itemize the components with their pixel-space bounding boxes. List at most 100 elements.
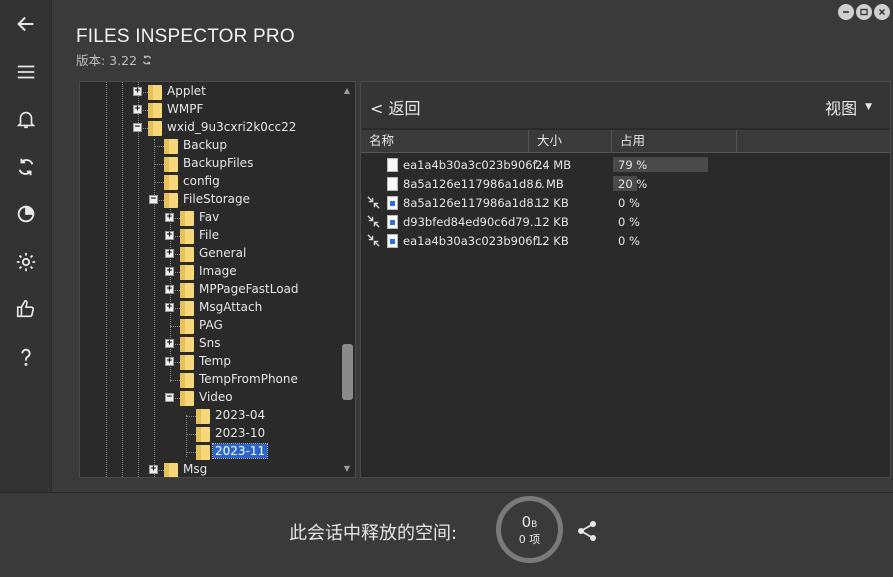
tree-node[interactable]: + Msg: [80, 461, 340, 477]
tree-scroll-thumb[interactable]: [342, 344, 353, 400]
tree-node-label[interactable]: Backup: [183, 138, 227, 152]
folder-icon: [196, 427, 210, 442]
tree-node-label[interactable]: TempFromPhone: [199, 372, 298, 386]
tree-node[interactable]: + Applet: [80, 83, 340, 101]
tree-node[interactable]: + MsgAttach: [80, 299, 340, 317]
tree-node[interactable]: PAG: [80, 317, 340, 335]
folder-icon: [148, 121, 162, 136]
expand-icon[interactable]: +: [165, 267, 174, 276]
folder-tree[interactable]: + Applet + WMPF − wxid_9u3cxri2k0cc22 Backup Ba…: [79, 81, 356, 478]
tree-node[interactable]: config: [80, 173, 340, 191]
expand-icon[interactable]: +: [165, 303, 174, 312]
tree-node-label[interactable]: 2023-04: [215, 408, 265, 422]
expand-icon[interactable]: +: [165, 339, 174, 348]
tree-node-label[interactable]: Applet: [167, 84, 206, 98]
expand-icon[interactable]: +: [165, 249, 174, 258]
tree-node-label[interactable]: wxid_9u3cxri2k0cc22: [167, 120, 296, 134]
tree-node-label[interactable]: FileStorage: [183, 192, 250, 206]
bell-icon[interactable]: [11, 104, 41, 134]
tree-node-label[interactable]: Video: [199, 390, 233, 404]
folder-icon: [164, 157, 178, 172]
file-list-panel: < 返回 视图 ▼ 名称 大小 占用 ea1a4b30a3c023b906f..…: [360, 81, 891, 478]
tree-node[interactable]: + General: [80, 245, 340, 263]
tree-node-label[interactable]: Fav: [199, 210, 219, 224]
tree-node-label[interactable]: Temp: [199, 354, 231, 368]
tree-scrollbar[interactable]: ▲ ▼: [339, 82, 355, 477]
minimize-icon[interactable]: [838, 4, 854, 20]
expand-icon[interactable]: +: [133, 105, 142, 114]
tree-node[interactable]: + Image: [80, 263, 340, 281]
file-list: ea1a4b30a3c023b906f... 24 MB 79 % 8a5a126e1…: [361, 155, 890, 250]
collapse-icon[interactable]: −: [165, 393, 174, 402]
compress-icon: [366, 193, 381, 212]
column-size[interactable]: 大小: [529, 130, 612, 153]
check-update-icon[interactable]: [141, 54, 153, 66]
tree-node-label[interactable]: BackupFiles: [183, 156, 253, 170]
tree-node-label[interactable]: PAG: [199, 318, 223, 332]
collapse-icon[interactable]: −: [133, 123, 142, 132]
collapse-icon[interactable]: −: [149, 195, 158, 204]
tree-node[interactable]: − Video: [80, 389, 340, 407]
tree-node-label[interactable]: 2023-11: [211, 443, 269, 459]
folder-icon: [180, 301, 194, 316]
tree-node[interactable]: Backup: [80, 137, 340, 155]
disk-icon[interactable]: [11, 199, 41, 229]
tree-node[interactable]: + File: [80, 227, 340, 245]
tree-node-label[interactable]: MPPageFastLoad: [199, 282, 299, 296]
tree-node-label[interactable]: Sns: [199, 336, 220, 350]
view-dropdown[interactable]: 视图 ▼: [825, 95, 872, 119]
expand-icon[interactable]: +: [133, 87, 142, 96]
tree-node-label[interactable]: MsgAttach: [199, 300, 262, 314]
expand-icon[interactable]: +: [165, 357, 174, 366]
tree-node-label[interactable]: Image: [199, 264, 237, 278]
doc-blue-icon: [387, 231, 398, 250]
folder-icon: [148, 85, 162, 100]
tree-node[interactable]: + WMPF: [80, 101, 340, 119]
expand-icon[interactable]: +: [149, 465, 158, 474]
tree-node[interactable]: 2023-10: [80, 425, 340, 443]
icon-rail: [0, 0, 52, 492]
doc-blue-icon: [387, 193, 398, 212]
back-button[interactable]: < 返回: [370, 95, 421, 119]
gear-icon[interactable]: [11, 247, 41, 277]
file-row[interactable]: ea1a4b30a3c023b906f... 24 MB 79 %: [361, 155, 890, 174]
tree-node[interactable]: BackupFiles: [80, 155, 340, 173]
tree-node[interactable]: − FileStorage: [80, 191, 340, 209]
refresh-icon[interactable]: [11, 152, 41, 182]
scroll-up-icon[interactable]: ▲: [342, 86, 352, 95]
tree-node-label[interactable]: General: [199, 246, 246, 260]
close-icon[interactable]: [874, 4, 890, 20]
tree-node[interactable]: TempFromPhone: [80, 371, 340, 389]
column-usage[interactable]: 占用: [612, 130, 737, 153]
expand-icon[interactable]: +: [165, 285, 174, 294]
tree-node-label[interactable]: File: [199, 228, 219, 242]
file-row[interactable]: 8a5a126e117986a1d8... 6 MB 20 %: [361, 174, 890, 193]
tree-node[interactable]: + Sns: [80, 335, 340, 353]
tree-node[interactable]: 2023-04: [80, 407, 340, 425]
tree-node[interactable]: + Temp: [80, 353, 340, 371]
menu-icon[interactable]: [11, 57, 41, 87]
thumbs-up-icon[interactable]: [11, 294, 41, 324]
file-row[interactable]: d93bfed84ed90c6d79... 12 KB 0 %: [361, 212, 890, 231]
tree-node-label[interactable]: Msg: [183, 462, 207, 476]
file-row[interactable]: 8a5a126e117986a1d8... 12 KB 0 %: [361, 193, 890, 212]
usage-percent: 20 %: [618, 176, 648, 191]
tree-node[interactable]: + Fav: [80, 209, 340, 227]
folder-icon: [164, 463, 178, 477]
tree-node-label[interactable]: WMPF: [167, 102, 203, 116]
maximize-icon[interactable]: [856, 4, 872, 20]
tree-node[interactable]: − wxid_9u3cxri2k0cc22: [80, 119, 340, 137]
expand-icon[interactable]: +: [165, 231, 174, 240]
share-icon[interactable]: [576, 519, 598, 543]
help-icon[interactable]: [11, 342, 41, 372]
back-arrow-icon[interactable]: [11, 9, 41, 39]
tree-node[interactable]: 2023-11: [80, 443, 340, 461]
tree-node-label[interactable]: 2023-10: [215, 426, 265, 440]
tree-node[interactable]: + MPPageFastLoad: [80, 281, 340, 299]
expand-icon[interactable]: +: [165, 213, 174, 222]
scroll-down-icon[interactable]: ▼: [342, 464, 352, 473]
column-name[interactable]: 名称: [361, 130, 529, 153]
file-row[interactable]: ea1a4b30a3c023b906f... 12 KB 0 %: [361, 231, 890, 250]
tree-node-label[interactable]: config: [183, 174, 220, 188]
folder-icon: [180, 265, 194, 280]
